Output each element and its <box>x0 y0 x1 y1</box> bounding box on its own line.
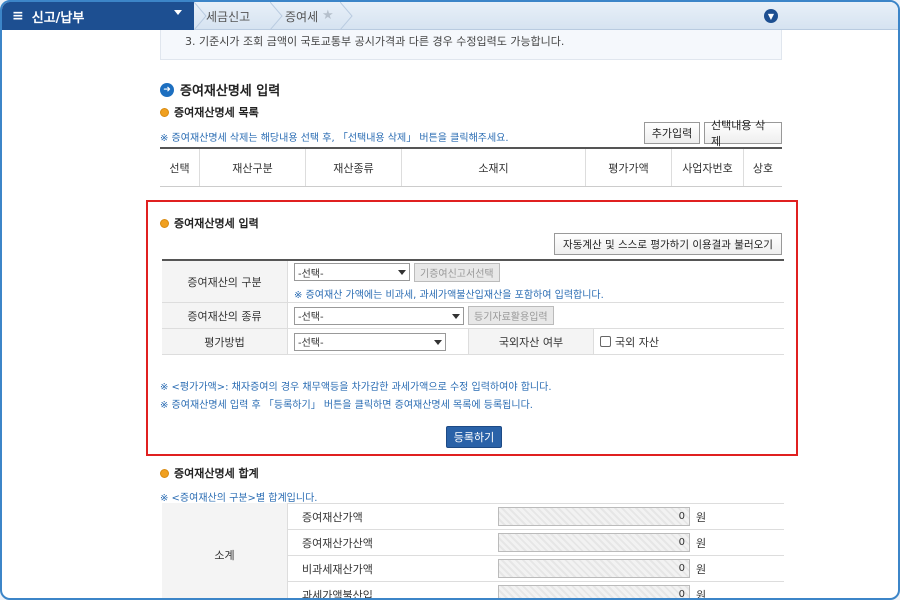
method-row: 평가방법 -선택- 국외자산 여부 국외 자산 <box>162 329 784 355</box>
summary-value-field: 0 <box>498 507 690 526</box>
column-header[interactable]: 상호 <box>744 149 782 186</box>
column-header[interactable]: 사업자번호 <box>672 149 744 186</box>
favorite-star-icon[interactable]: ★ <box>322 8 334 23</box>
section-title-text: 증여재산명세 입력 <box>180 84 281 99</box>
foreign-asset-field: 국외 자산 <box>594 329 784 354</box>
dropdown-arrow-icon <box>398 270 406 275</box>
method-label: 평가방법 <box>162 329 288 354</box>
input-form-table: 증여재산의 구분 -선택- 기증여신고서선택 ※ 증여재산 가액에는 비과세, … <box>162 259 784 355</box>
breadcrumb-separator <box>339 2 354 31</box>
summary-value: 0 <box>678 589 685 600</box>
input-subtitle-text: 증여재산명세 입력 <box>174 217 259 230</box>
type-select-value: -선택- <box>298 312 324 323</box>
method-select[interactable]: -선택- <box>294 332 446 351</box>
summary-unit: 원 <box>696 562 707 576</box>
column-header[interactable]: 평가가액 <box>586 149 672 186</box>
summary-info-text: ※ <증여재산의 구분>별 합계입니다. <box>160 493 318 504</box>
summary-value-field: 0 <box>498 559 690 578</box>
menu-label: 신고/납부 <box>31 10 85 26</box>
notice-text: 3. 기준시가 조회 금액이 국토교통부 공시가격과 다른 경우 수정입력도 가… <box>185 35 565 48</box>
method-field: -선택- <box>288 329 468 354</box>
breadcrumb-item-gift-tax[interactable]: 증여세 <box>285 2 318 30</box>
app-window: ≡ 신고/납부 세금신고 증여세 ★ ▼ 3. 기준시가 조회 금액이 국토교통… <box>0 0 900 600</box>
method-select-value: -선택- <box>298 338 324 349</box>
list-info-text: ※ 증여재산명세 삭제는 해당내용 선택 후, 「선택내용 삭제」 버튼을 클릭… <box>160 133 509 144</box>
summary-subtitle-text: 증여재산명세 합계 <box>174 467 259 480</box>
main-menu-button[interactable]: ≡ 신고/납부 <box>2 2 194 30</box>
foreign-asset-label: 국외자산 여부 <box>468 329 594 354</box>
main-content: 3. 기준시가 조회 금액이 국토교통부 공시가격과 다른 경우 수정입력도 가… <box>4 30 898 600</box>
foreign-asset-checkbox-label[interactable]: 국외 자산 <box>615 334 659 350</box>
list-subtitle: 증여재산명세 목록 <box>160 104 259 120</box>
bullet-icon <box>160 218 169 228</box>
summary-value-field: 0 <box>498 585 690 600</box>
category-row: 증여재산의 구분 -선택- 기증여신고서선택 ※ 증여재산 가액에는 비과세, … <box>162 261 784 303</box>
top-navigation-bar: ≡ 신고/납부 세금신고 증여세 ★ ▼ <box>2 2 898 31</box>
category-select[interactable]: -선택- <box>294 263 410 281</box>
dropdown-arrow-icon <box>452 313 460 319</box>
category-label: 증여재산의 구분 <box>162 261 288 302</box>
bullet-icon <box>160 107 169 117</box>
column-header[interactable]: 소재지 <box>402 149 586 186</box>
register-button[interactable]: 등록하기 <box>446 426 502 448</box>
list-subtitle-text: 증여재산명세 목록 <box>174 106 259 119</box>
notice-box: 3. 기준시가 조회 금액이 국토교통부 공시가격과 다른 경우 수정입력도 가… <box>160 30 782 60</box>
note-evaluation: ※ <평가가액>: 채자증여의 경우 채무액등을 차가감한 과세가액으로 수정 … <box>160 382 552 393</box>
column-header[interactable]: 재산구분 <box>200 149 306 186</box>
type-field: -선택- 등기자료활용입력 <box>288 303 784 328</box>
type-select[interactable]: -선택- <box>294 306 464 325</box>
bullet-icon <box>160 468 169 478</box>
load-auto-calc-button[interactable]: 자동계산 및 스스로 평가하기 이용결과 불러오기 <box>554 233 782 255</box>
hamburger-icon: ≡ <box>12 8 24 24</box>
foreign-asset-checkbox[interactable] <box>600 336 611 347</box>
breadcrumb-separator <box>269 2 284 31</box>
breadcrumb-item-tax-filing[interactable]: 세금신고 <box>206 2 250 30</box>
list-table-header: 선택 재산구분 재산종류 소재지 평가가액 사업자번호 상호 <box>160 147 782 187</box>
category-field: -선택- 기증여신고서선택 ※ 증여재산 가액에는 비과세, 과세가액불산입재산… <box>288 261 784 302</box>
delete-selected-button[interactable]: 선택내용 삭제 <box>704 119 782 148</box>
type-row: 증여재산의 종류 -선택- 등기자료활용입력 <box>162 303 784 329</box>
dropdown-arrow-icon <box>434 339 442 345</box>
column-header[interactable]: 선택 <box>160 149 200 186</box>
registry-data-input-button[interactable]: 등기자료활용입력 <box>468 306 554 325</box>
add-entry-button[interactable]: 추가입력 <box>644 122 700 144</box>
summary-unit: 원 <box>696 536 707 550</box>
summary-value: 0 <box>678 563 685 574</box>
summary-unit: 원 <box>696 588 707 600</box>
collapse-icon[interactable]: ▼ <box>764 9 778 23</box>
summary-value-field: 0 <box>498 533 690 552</box>
chevron-down-icon <box>174 10 182 15</box>
category-note: ※ 증여재산 가액에는 비과세, 과세가액불산입재산을 포함하여 입력합니다. <box>294 289 604 301</box>
previous-gift-report-button[interactable]: 기증여신고서선택 <box>414 262 500 282</box>
summary-value: 0 <box>678 537 685 548</box>
summary-unit: 원 <box>696 510 707 524</box>
type-label: 증여재산의 종류 <box>162 303 288 328</box>
summary-subtitle: 증여재산명세 합계 <box>160 465 259 481</box>
summary-value: 0 <box>678 511 685 522</box>
section-title: ➜ 증여재산명세 입력 <box>160 80 280 99</box>
note-register: ※ 증여재산명세 입력 후 「등록하기」 버튼을 클릭하면 증여재산명세 목록에… <box>160 400 533 411</box>
summary-group-label: 소계 <box>162 503 288 598</box>
column-header[interactable]: 재산종류 <box>306 149 402 186</box>
input-subtitle: 증여재산명세 입력 <box>160 215 259 231</box>
arrow-right-icon: ➜ <box>160 82 174 97</box>
category-select-value: -선택- <box>298 268 324 280</box>
